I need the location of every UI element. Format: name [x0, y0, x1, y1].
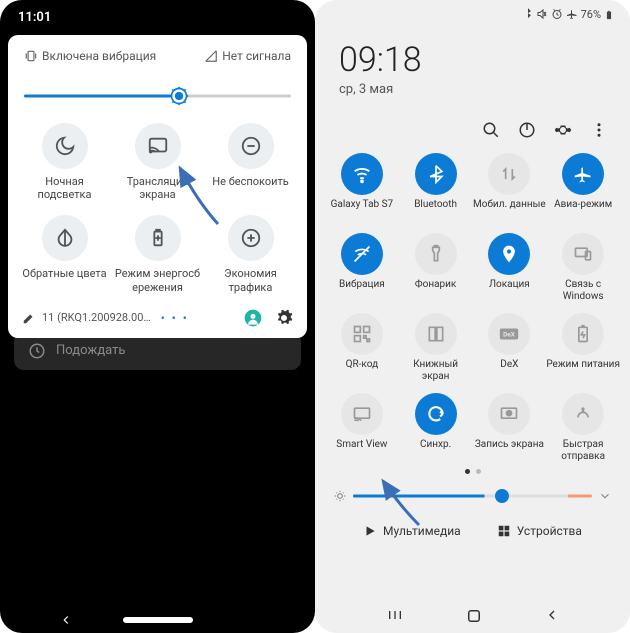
chevron-down-icon[interactable]: [598, 489, 612, 503]
windows-link-icon: [573, 244, 593, 264]
status-time: 11:01: [0, 0, 315, 25]
qs-qr[interactable]: QR-код: [325, 313, 399, 383]
qs-bluetooth[interactable]: Bluetooth: [399, 153, 473, 223]
bluetooth-icon: [426, 164, 446, 184]
clock-icon: [28, 342, 46, 360]
qs-dnd[interactable]: Не беспокоить: [204, 119, 297, 205]
flashlight-icon: [426, 244, 446, 264]
page-dots: • • •: [161, 311, 189, 325]
location-icon: [499, 244, 519, 264]
brightness-slider[interactable]: [24, 81, 291, 111]
qs-airplane[interactable]: Авиа-режим: [546, 153, 620, 223]
wifi-icon: [351, 163, 373, 185]
edit-icon[interactable]: [22, 311, 36, 325]
recents-icon[interactable]: [385, 607, 405, 623]
qs-location[interactable]: Локация: [473, 233, 547, 303]
battery-status-icon: [604, 8, 614, 22]
time: 09:18: [339, 40, 606, 80]
qs-wifi[interactable]: Galaxy Tab S7: [325, 153, 399, 223]
dnd-icon: [240, 135, 262, 157]
qs-smart-view[interactable]: Smart View: [325, 393, 399, 463]
nav-bar: [0, 613, 315, 627]
search-icon[interactable]: [482, 121, 500, 139]
airplane-status-icon: [566, 8, 578, 20]
cast-icon: [147, 135, 169, 157]
qs-windows-link[interactable]: Связь с Windows: [546, 233, 620, 303]
qs-quick-share[interactable]: Быстрая отправка: [546, 393, 620, 463]
home-icon[interactable]: [465, 607, 483, 625]
back-icon[interactable]: [59, 613, 73, 627]
qs-night-light[interactable]: Ночная подсветка: [18, 119, 111, 205]
qs-grid: Galaxy Tab S7 Bluetooth Мобил. данные Ав…: [315, 153, 630, 463]
quick-share-icon: [573, 404, 593, 424]
qs-dex[interactable]: DeXDeX: [473, 313, 547, 383]
data-saver-icon: [240, 227, 262, 249]
more-icon[interactable]: [590, 121, 608, 139]
qs-book[interactable]: Книжный экран: [399, 313, 473, 383]
signal-status: Нет сигнала: [204, 49, 291, 63]
mobile-data-icon: [499, 164, 519, 184]
quick-settings-panel: Включена вибрация Нет сигнала Ночная под…: [8, 35, 307, 338]
power-icon[interactable]: [518, 121, 536, 139]
brightness-slider[interactable]: [337, 484, 608, 508]
android-build[interactable]: 11 (RKQ1.200928.00…: [42, 311, 151, 324]
devices-button[interactable]: Устройства: [497, 524, 582, 538]
qs-vibration[interactable]: Вибрация: [325, 233, 399, 303]
nav-bar: [315, 607, 630, 625]
vibration-icon: [352, 244, 372, 264]
qs-data-saver[interactable]: Экономия трафика: [204, 211, 297, 297]
sync-icon: [426, 404, 446, 424]
book-icon: [426, 324, 446, 344]
brightness-thumb[interactable]: [495, 489, 509, 503]
power-mode-icon: [573, 324, 593, 344]
devices-icon: [497, 524, 511, 538]
samsung-phone: 76% 09:18 ср, 3 мая Galaxy Tab S7 Blueto…: [315, 0, 630, 633]
bluetooth-status-icon: [523, 8, 533, 20]
media-button[interactable]: Мультимедиа: [363, 524, 461, 538]
gear-icon[interactable]: [554, 121, 572, 139]
smart-view-icon: [352, 404, 372, 424]
page-indicator: [315, 463, 630, 474]
screen-record-icon: [499, 404, 519, 424]
brightness-thumb-icon[interactable]: [169, 86, 189, 106]
brightness-low-icon: [333, 489, 347, 503]
moon-icon: [54, 135, 76, 157]
gear-icon[interactable]: [275, 309, 293, 327]
battery-icon: [147, 227, 169, 249]
back-icon[interactable]: [544, 607, 560, 623]
stock-android-phone: 11:01 Включена вибрация Нет сигнала Ночн…: [0, 0, 315, 633]
home-pill[interactable]: [123, 617, 193, 623]
qs-mobile-data[interactable]: Мобил. данные: [473, 153, 547, 223]
qs-screen-record[interactable]: Запись экрана: [473, 393, 547, 463]
qs-power-mode[interactable]: Режим питания: [546, 313, 620, 383]
alarm-status-icon: [551, 8, 563, 20]
clock-area: 09:18 ср, 3 мая: [315, 22, 630, 103]
dex-icon: DeX: [498, 326, 520, 342]
vibration-icon: [24, 49, 38, 63]
status-bar: 76%: [315, 0, 630, 22]
qs-grid: Ночная подсветка Трансляция экрана Не бе…: [18, 119, 297, 298]
airplane-icon: [573, 164, 593, 184]
qs-flashlight[interactable]: Фонарик: [399, 233, 473, 303]
qs-battery-saver[interactable]: Режим энергосб ережения: [111, 211, 204, 297]
qs-sync[interactable]: Синхр.: [399, 393, 473, 463]
svg-text:DeX: DeX: [504, 331, 516, 339]
qs-invert-colors[interactable]: Обратные цвета: [18, 211, 111, 297]
media-icon: [363, 524, 377, 538]
header-controls: [315, 103, 630, 153]
invert-colors-icon: [54, 227, 76, 249]
qs-cast[interactable]: Трансляция экрана: [111, 119, 204, 205]
mute-status-icon: [536, 8, 548, 20]
no-signal-icon: [204, 49, 218, 63]
vibration-status: Включена вибрация: [24, 49, 156, 63]
user-icon[interactable]: [243, 308, 263, 328]
footer-buttons: Мультимедиа Устройства: [315, 516, 630, 538]
qr-icon: [352, 324, 372, 344]
date: ср, 3 мая: [339, 82, 606, 97]
